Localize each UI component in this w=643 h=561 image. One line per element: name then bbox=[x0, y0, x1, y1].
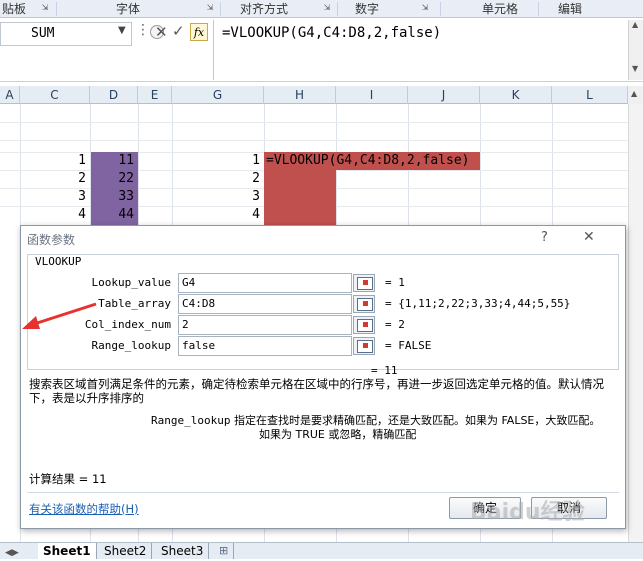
tab-sheet1[interactable]: Sheet1 bbox=[38, 543, 97, 559]
tab-sheet2[interactable]: Sheet2 bbox=[99, 543, 153, 559]
tab-nav-arrows[interactable]: ◀▶ bbox=[0, 543, 30, 559]
insert-sheet-icon[interactable]: ⊞ bbox=[214, 543, 235, 559]
annotation-arrow-shaft bbox=[33, 302, 97, 326]
sheet-tab-bar: ◀▶ Sheet1 Sheet2 Sheet3 ⊞ bbox=[0, 542, 643, 559]
annotation-arrow-head bbox=[22, 316, 40, 329]
tab-sheet3[interactable]: Sheet3 bbox=[156, 543, 210, 559]
watermark: Baidu经验 bbox=[470, 500, 585, 525]
tab-prev-icon[interactable]: ◀▶ bbox=[5, 548, 19, 558]
annotation-arrow bbox=[22, 302, 97, 329]
